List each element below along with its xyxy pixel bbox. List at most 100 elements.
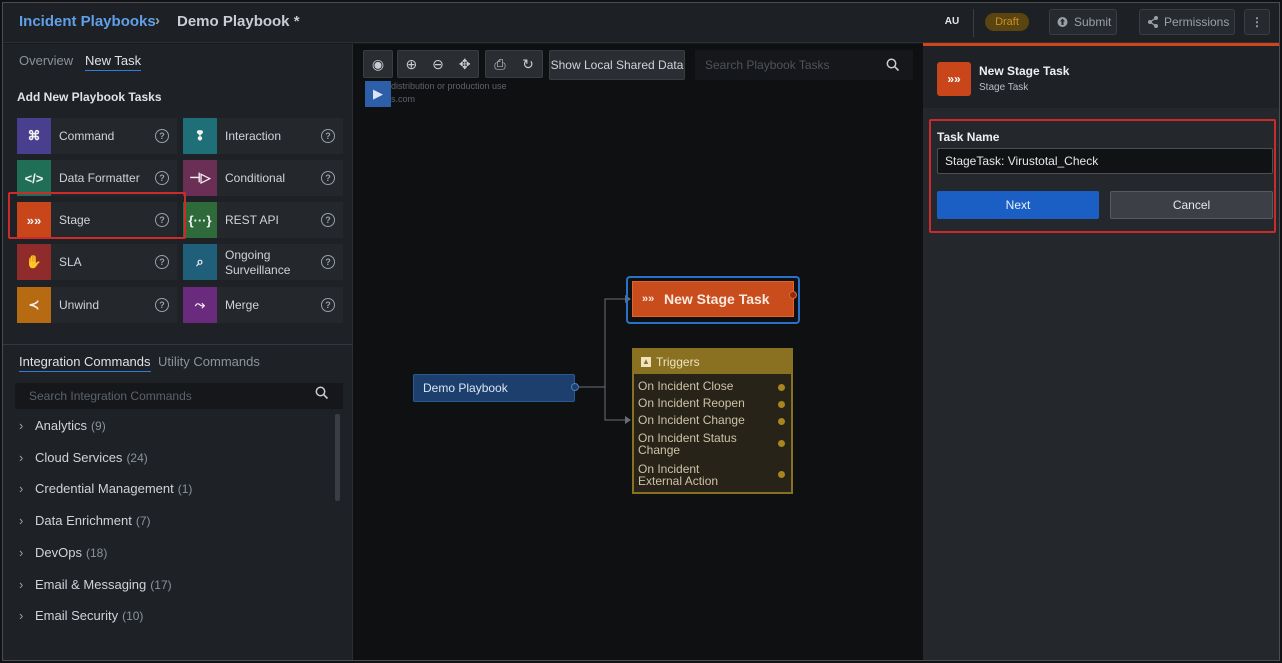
trigger-item[interactable]: On Incident External Action bbox=[638, 463, 738, 487]
task-name-input[interactable] bbox=[937, 148, 1273, 174]
trigger-item[interactable]: On Incident Reopen bbox=[638, 397, 778, 409]
task-tile-command[interactable]: ⌘ Command? bbox=[17, 118, 177, 154]
category-item[interactable]: › DevOps (18) bbox=[19, 545, 107, 560]
help-icon[interactable]: ? bbox=[321, 129, 335, 143]
triggers-header: ▲ Triggers bbox=[634, 350, 791, 374]
stage-tile-highlight bbox=[8, 192, 186, 239]
stage-icon: »» bbox=[937, 62, 971, 96]
task-tile-label: SLA bbox=[59, 255, 82, 269]
help-icon[interactable]: ? bbox=[155, 129, 169, 143]
section-title: Add New Playbook Tasks bbox=[17, 90, 162, 104]
tab-utility-commands[interactable]: Utility Commands bbox=[158, 354, 260, 369]
more-options-button[interactable]: ⋮ bbox=[1244, 9, 1270, 35]
stage-icon: »» bbox=[642, 293, 655, 305]
category-item[interactable]: › Email & Messaging (17) bbox=[19, 577, 172, 592]
breadcrumb-current-playbook: Demo Playbook * bbox=[177, 13, 300, 30]
tab-new-task[interactable]: New Task bbox=[85, 53, 142, 71]
header-divider bbox=[973, 9, 974, 37]
handshake-icon: ✋ bbox=[17, 244, 51, 280]
task-subtitle: Stage Task bbox=[979, 82, 1029, 93]
playbook-canvas[interactable]: ◉ ⊕ ⊖ ✥ ⎙ ↻ Show Local Shared Data distr… bbox=[353, 44, 923, 660]
cancel-button[interactable]: Cancel bbox=[1110, 191, 1273, 219]
trigger-port[interactable] bbox=[778, 471, 785, 478]
permissions-label: Permissions bbox=[1164, 15, 1230, 29]
task-tile-ongoing-surveillance[interactable]: ⌕ Ongoing Surveillance? bbox=[183, 244, 343, 280]
tab-overview[interactable]: Overview bbox=[19, 53, 73, 68]
conditional-icon: ⊣▷ bbox=[183, 160, 217, 196]
task-name-label: Task Name bbox=[937, 130, 1000, 144]
breadcrumb-incident-playbooks[interactable]: Incident Playbooks bbox=[19, 13, 156, 30]
chevron-right-icon: › bbox=[19, 481, 24, 497]
category-item[interactable]: › Email Security (10) bbox=[19, 608, 143, 623]
task-tile-unwind[interactable]: ≺ Unwind? bbox=[17, 287, 177, 323]
rest-api-icon: {···} bbox=[183, 202, 217, 238]
triggers-title: Triggers bbox=[656, 355, 700, 369]
help-icon[interactable]: ? bbox=[321, 298, 335, 312]
task-tile-merge[interactable]: ⤳ Merge? bbox=[183, 287, 343, 323]
task-tile-rest-api[interactable]: {···} REST API? bbox=[183, 202, 343, 238]
trigger-port[interactable] bbox=[778, 440, 785, 447]
help-icon[interactable]: ? bbox=[155, 171, 169, 185]
help-icon[interactable]: ? bbox=[321, 171, 335, 185]
task-tile-conditional[interactable]: ⊣▷ Conditional? bbox=[183, 160, 343, 196]
task-tile-sla[interactable]: ✋ SLA? bbox=[17, 244, 177, 280]
category-count: (18) bbox=[85, 545, 108, 560]
category-name: Credential Management bbox=[35, 481, 174, 497]
user-avatar[interactable]: AU bbox=[941, 12, 963, 32]
task-tile-label: Command bbox=[59, 129, 115, 143]
task-tile-data-formatter[interactable]: </> Data Formatter? bbox=[17, 160, 177, 196]
start-node[interactable]: Demo Playbook bbox=[413, 374, 575, 402]
trigger-item[interactable]: On Incident Status Change bbox=[638, 432, 738, 456]
help-icon[interactable]: ? bbox=[155, 298, 169, 312]
category-count: (17) bbox=[150, 577, 172, 592]
trigger-item[interactable]: On Incident Close bbox=[638, 380, 778, 392]
task-tile-interaction[interactable]: ❢ Interaction? bbox=[183, 118, 343, 154]
task-tile-label: REST API bbox=[225, 213, 279, 227]
left-panel: Overview New Task Add New Playbook Tasks… bbox=[3, 44, 353, 660]
triggers-node[interactable]: ▲ Triggers On Incident Close On Incident … bbox=[632, 348, 793, 494]
top-bar: Incident Playbooks › Demo Playbook * AU … bbox=[3, 3, 1279, 43]
tab-integration-commands[interactable]: Integration Commands bbox=[19, 354, 151, 372]
submit-button[interactable]: Submit bbox=[1049, 9, 1117, 35]
task-tile-label: Ongoing Surveillance bbox=[225, 248, 291, 277]
category-item[interactable]: › Analytics (9) bbox=[19, 418, 106, 433]
category-name: Data Enrichment bbox=[35, 513, 132, 529]
status-badge: Draft bbox=[985, 13, 1029, 31]
permissions-button[interactable]: Permissions bbox=[1139, 9, 1235, 35]
category-name: Cloud Services bbox=[35, 449, 123, 465]
start-node-port[interactable] bbox=[571, 383, 579, 391]
merge-icon: ⤳ bbox=[183, 287, 217, 323]
category-scrollbar[interactable] bbox=[335, 414, 340, 501]
collapse-icon[interactable]: ▲ bbox=[641, 357, 651, 367]
chevron-right-icon: › bbox=[19, 449, 24, 465]
upload-icon bbox=[1057, 10, 1068, 42]
chevron-right-icon: › bbox=[19, 418, 24, 433]
stage-node-label: New Stage Task bbox=[664, 291, 770, 307]
trigger-item[interactable]: On Incident Change bbox=[638, 414, 778, 426]
right-panel: »» New Stage Task Stage Task Task Name N… bbox=[923, 46, 1279, 660]
task-header: »» New Stage Task Stage Task bbox=[923, 46, 1279, 108]
chevron-right-icon: › bbox=[19, 544, 24, 560]
category-item[interactable]: › Cloud Services (24) bbox=[19, 450, 148, 465]
trigger-port[interactable] bbox=[778, 384, 785, 391]
trigger-port[interactable] bbox=[778, 401, 785, 408]
interaction-icon: ❢ bbox=[183, 118, 217, 154]
command-icon: ⌘ bbox=[17, 118, 51, 154]
trigger-port[interactable] bbox=[778, 418, 785, 425]
kebab-icon: ⋮ bbox=[1251, 15, 1263, 29]
help-icon[interactable]: ? bbox=[321, 213, 335, 227]
stage-node[interactable]: »» New Stage Task bbox=[632, 281, 794, 317]
panel-divider bbox=[3, 344, 353, 345]
chevron-right-icon: › bbox=[19, 513, 24, 529]
task-title: New Stage Task bbox=[979, 64, 1070, 78]
help-icon[interactable]: ? bbox=[155, 255, 169, 269]
task-tile-label: Merge bbox=[225, 298, 260, 312]
category-item[interactable]: › Data Enrichment (7) bbox=[19, 513, 151, 528]
stage-node-port[interactable] bbox=[789, 291, 797, 299]
help-icon[interactable]: ? bbox=[321, 255, 335, 269]
next-button[interactable]: Next bbox=[937, 191, 1099, 219]
category-item[interactable]: › Credential Management (1) bbox=[19, 481, 192, 496]
integration-search-input[interactable] bbox=[15, 383, 343, 409]
search-icon bbox=[315, 386, 329, 403]
breadcrumb-separator-icon: › bbox=[155, 12, 160, 29]
